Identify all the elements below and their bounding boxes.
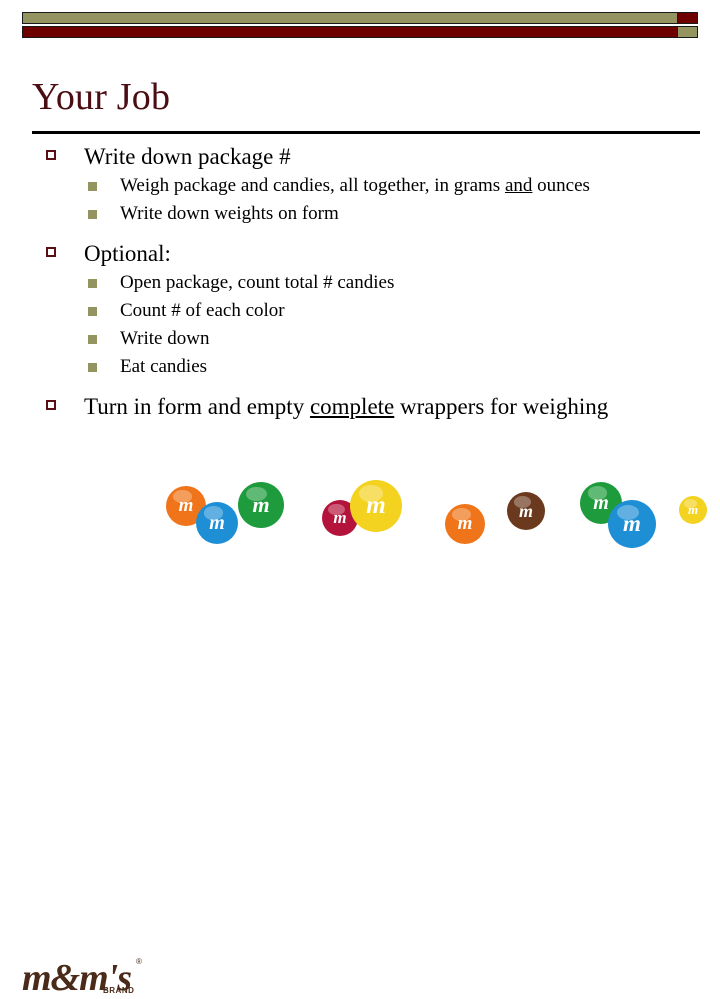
header-band-row-top: [22, 12, 698, 24]
candy-blue-2: m: [608, 500, 656, 548]
bullet-text: Weigh package and candies, all together,…: [120, 175, 590, 196]
bullet-square-outline-icon: [46, 247, 56, 257]
bullet-square-filled-icon: [88, 182, 97, 191]
header-band-bottom-left: [22, 26, 678, 38]
bullet-square-outline-icon: [46, 150, 56, 160]
candy-green-1: m: [238, 482, 284, 528]
title-divider-rule: [32, 131, 700, 134]
bullet-square-outline-icon: [46, 400, 56, 410]
bullet-item-level2: Eat candies: [0, 355, 720, 379]
bullet-item-level2: Write down weights on form: [0, 202, 720, 226]
header-band-bottom-right-square: [678, 26, 698, 38]
bullet-item-level1: Turn in form and empty complete wrappers…: [0, 393, 720, 420]
candy-letter: m: [518, 500, 533, 521]
bullet-text-segment: Write down package #: [84, 144, 291, 169]
bullet-item-level2: Count # of each color: [0, 299, 720, 323]
bullet-square-filled-icon: [88, 363, 97, 372]
bullet-text-segment: Weigh package and candies, all together,…: [120, 175, 505, 196]
candy-yellow-2: m: [679, 496, 707, 524]
bullet-text-segment: Eat candies: [120, 356, 208, 377]
bullet-text: Turn in form and empty complete wrappers…: [84, 394, 608, 419]
bullet-text: Write down: [120, 328, 209, 349]
bullet-text: Write down package #: [84, 144, 291, 169]
bullet-square-filled-icon: [88, 335, 97, 344]
candy-blue-1: m: [196, 502, 238, 544]
slide-title: Your Job: [32, 76, 171, 118]
candy-letter: m: [178, 495, 194, 516]
bullet-text-segment: Turn in form and empty: [84, 394, 310, 419]
bullet-spacer: [0, 226, 720, 240]
candy-orange-2: m: [445, 504, 485, 544]
candy-letter: m: [593, 491, 609, 514]
bullet-text: Optional:: [84, 241, 171, 266]
bullet-text: Write down weights on form: [120, 203, 339, 224]
candy-letter: m: [209, 511, 225, 534]
bullet-square-filled-icon: [88, 307, 97, 316]
mms-logo-registered-icon: ®: [136, 957, 142, 966]
bullet-text-segment: Open package, count total # candies: [120, 272, 395, 293]
bullet-spacer: [0, 379, 720, 393]
bullet-square-filled-icon: [88, 279, 97, 288]
candy-letter: m: [366, 492, 386, 519]
bullet-text-underlined: and: [504, 175, 533, 196]
candy-letter: m: [457, 513, 473, 534]
candy-letter: m: [623, 511, 641, 536]
bullet-text-segment: Write down weights on form: [120, 203, 339, 224]
candy-brown-1: m: [507, 492, 545, 530]
candy-letter: m: [333, 508, 347, 527]
candy-yellow-1: m: [350, 480, 402, 532]
header-band-row-bottom: [22, 26, 698, 38]
mms-logo-brand-label: BRAND: [103, 986, 135, 995]
bullet-text: Count # of each color: [120, 300, 285, 321]
bullet-text: Eat candies: [120, 356, 207, 377]
slide-body: Write down package # Weigh package and ca…: [0, 143, 720, 420]
bullet-text-segment: Optional:: [84, 241, 171, 266]
bullet-square-filled-icon: [88, 210, 97, 219]
candy-letter: m: [252, 492, 270, 517]
mms-candy-decoration-strip: m&m's ® BRAND mmmmmmmmmm: [0, 470, 720, 999]
bullet-item-level1: Optional:: [0, 240, 720, 267]
bullet-item-level2: Open package, count total # candies: [0, 271, 720, 295]
bullet-text-segment: Write down: [120, 328, 210, 349]
header-band-top-left: [22, 12, 678, 24]
header-band-top-right-square: [678, 12, 698, 24]
candy-letter: m: [687, 502, 699, 517]
bullet-text-segment: Count # of each color: [120, 300, 285, 321]
header-decoration-band: [22, 12, 698, 39]
bullet-item-level2: Write down: [0, 327, 720, 351]
bullet-text-underlined: complete: [309, 394, 395, 419]
bullet-item-level2: Weigh package and candies, all together,…: [0, 174, 720, 198]
bullet-item-level1: Write down package #: [0, 143, 720, 170]
bullet-text: Open package, count total # candies: [120, 272, 394, 293]
bullet-text-segment: ounces: [532, 175, 590, 196]
bullet-text-segment: wrappers for weighing: [394, 394, 609, 419]
